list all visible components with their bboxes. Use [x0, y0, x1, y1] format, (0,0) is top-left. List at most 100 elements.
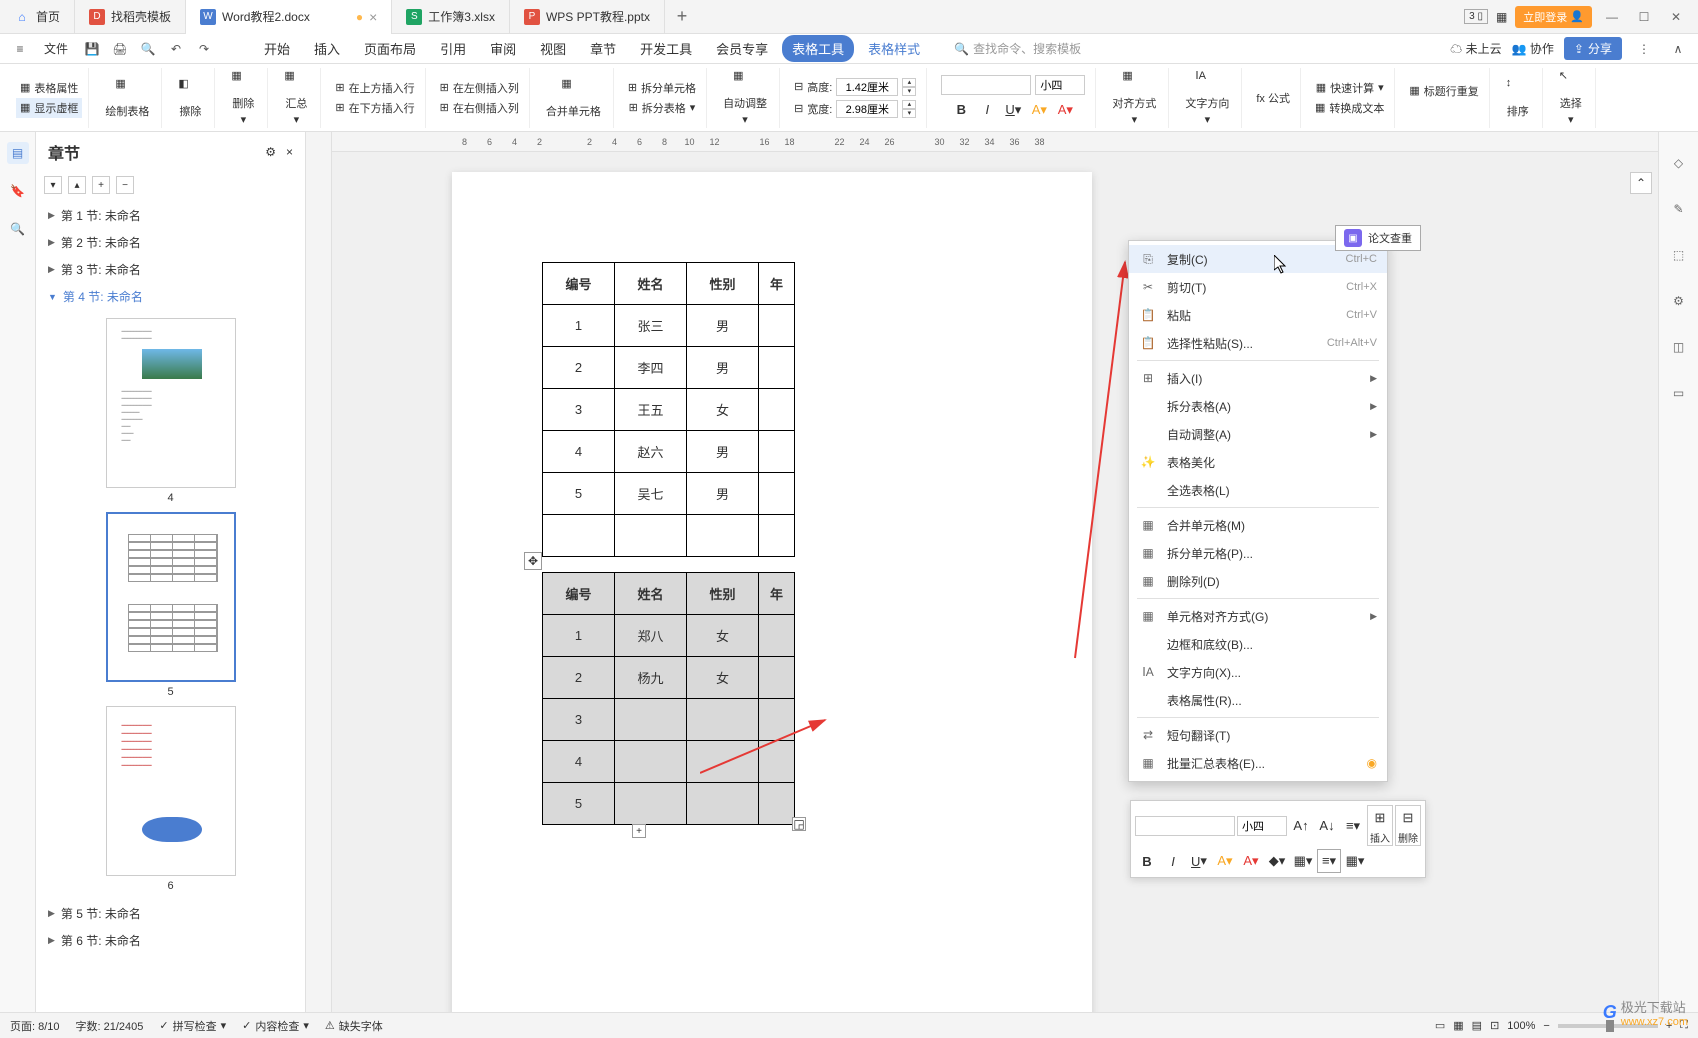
sort[interactable]: ↕排序	[1500, 73, 1536, 123]
tab-ppt[interactable]: PWPS PPT教程.pptx	[510, 0, 665, 34]
view-mode-web[interactable]: ▦	[1453, 1019, 1463, 1032]
undo-icon[interactable]: ↶	[164, 37, 188, 61]
menu-reference[interactable]: 引用	[430, 35, 476, 62]
font-color-button[interactable]: A▾	[1054, 99, 1076, 121]
split-table[interactable]: ⊞ 拆分表格▾	[625, 98, 700, 118]
table-cell[interactable]	[543, 515, 615, 557]
show-border[interactable]: ▦ 显示虚框	[16, 98, 82, 118]
menu-view[interactable]: 视图	[530, 35, 576, 62]
float-underline[interactable]: U▾	[1187, 849, 1211, 873]
ctx-cut[interactable]: ✂剪切(T)Ctrl+X	[1129, 273, 1387, 301]
zoom-out[interactable]: −	[1543, 1020, 1549, 1032]
quick-calc[interactable]: ▦ 快速计算▾	[1312, 78, 1388, 98]
insert-below[interactable]: ⊞ 在下方插入行	[331, 98, 418, 118]
table-cell[interactable]: 王五	[615, 389, 687, 431]
table-cell[interactable]: 男	[687, 431, 759, 473]
table-cell[interactable]: 2	[543, 657, 615, 699]
page-indicator[interactable]: 页面: 8/10	[10, 1018, 60, 1034]
table-cell[interactable]: 女	[687, 389, 759, 431]
float-size-select[interactable]	[1237, 816, 1287, 836]
table-cell[interactable]: 3	[543, 699, 615, 741]
zoom-level[interactable]: 100%	[1507, 1020, 1535, 1032]
table-cell[interactable]	[615, 515, 687, 557]
table-cell[interactable]	[759, 741, 795, 783]
table-cell[interactable]: 4	[543, 741, 615, 783]
nav-item-6[interactable]: ▶第 6 节: 未命名	[36, 927, 305, 954]
nav-expand-icon[interactable]: ▴	[68, 176, 86, 194]
increase-font-icon[interactable]: A↑	[1289, 814, 1313, 838]
nav-close-icon[interactable]: ×	[286, 145, 293, 159]
table-cell[interactable]: 郑八	[615, 615, 687, 657]
collapse-icon[interactable]: ∧	[1666, 37, 1690, 61]
ctx-del-col[interactable]: ▦删除列(D)	[1129, 567, 1387, 595]
insert-left[interactable]: ⊞ 在左侧插入列	[436, 78, 523, 98]
ctx-merge[interactable]: ▦合并单元格(M)	[1129, 511, 1387, 539]
page[interactable]: ✥ 编号姓名性别年 1张三男 2李四男 3王五女 4赵六男 5吴七男 编号姓名性…	[452, 172, 1092, 1012]
width-down[interactable]: ▾	[902, 109, 916, 118]
table-header[interactable]: 姓名	[615, 573, 687, 615]
menu-insert[interactable]: 插入	[304, 35, 350, 62]
table-cell[interactable]	[759, 473, 795, 515]
table-cell[interactable]	[615, 783, 687, 825]
table-cell[interactable]: 男	[687, 347, 759, 389]
cloud-status[interactable]: ☁ 未上云	[1450, 40, 1501, 57]
float-delete-icon[interactable]: ⊟	[1396, 806, 1420, 830]
redo-icon[interactable]: ↷	[192, 37, 216, 61]
width-input[interactable]	[836, 100, 898, 118]
height-input[interactable]	[836, 78, 898, 96]
table-cell[interactable]: 吴七	[615, 473, 687, 515]
width-up[interactable]: ▴	[902, 100, 916, 109]
view-mode-read[interactable]: ⊡	[1490, 1019, 1499, 1032]
missing-fonts[interactable]: ⚠ 缺失字体	[325, 1018, 383, 1034]
table-cell[interactable]	[687, 741, 759, 783]
alignment[interactable]: ▦对齐方式▾	[1106, 65, 1162, 130]
table-cell[interactable]	[759, 389, 795, 431]
insert-above[interactable]: ⊞ 在上方插入行	[331, 78, 418, 98]
menu-member[interactable]: 会员专享	[706, 35, 778, 62]
bookmark-icon[interactable]: 🔖	[7, 180, 29, 202]
table-cell[interactable]: 女	[687, 657, 759, 699]
table-cell[interactable]	[687, 515, 759, 557]
ctx-table-props[interactable]: 表格属性(R)...	[1129, 686, 1387, 714]
layers-icon[interactable]: ◫	[1668, 336, 1690, 358]
scroll-top-button[interactable]: ⌃	[1630, 172, 1652, 194]
underline-button[interactable]: U▾	[1002, 99, 1024, 121]
ctx-paste-special[interactable]: 📋选择性粘贴(S)...Ctrl+Alt+V	[1129, 329, 1387, 357]
word-count[interactable]: 字数: 21/2405	[76, 1018, 144, 1034]
table-cell[interactable]: 男	[687, 473, 759, 515]
print-icon[interactable]: 🖨	[108, 37, 132, 61]
thumb-4[interactable]: ━━━━━━━━━━━━━━━━━━━━ ━━━━━━━━━━━━━━━━━━━…	[106, 318, 236, 488]
col-width[interactable]: ⊟ 宽度: ▴▾	[790, 98, 920, 120]
menu-layout[interactable]: 页面布局	[354, 35, 426, 62]
nav-remove-icon[interactable]: −	[116, 176, 134, 194]
float-font-select[interactable]	[1135, 816, 1235, 836]
menu-review[interactable]: 审阅	[480, 35, 526, 62]
delete-btn[interactable]: ▦删除▾	[225, 65, 261, 130]
split-cell[interactable]: ⊞ 拆分单元格	[624, 78, 700, 98]
font-name-select[interactable]	[941, 75, 1031, 95]
save-icon[interactable]: 💾	[80, 37, 104, 61]
table-cell[interactable]	[759, 699, 795, 741]
table-cell[interactable]	[759, 431, 795, 473]
menu-start[interactable]: 开始	[254, 35, 300, 62]
nav-add-icon[interactable]: +	[92, 176, 110, 194]
table-cell[interactable]: 2	[543, 347, 615, 389]
height-up[interactable]: ▴	[902, 78, 916, 87]
decrease-font-icon[interactable]: A↓	[1315, 814, 1339, 838]
float-color[interactable]: A▾	[1239, 849, 1263, 873]
table-cell[interactable]	[687, 783, 759, 825]
ctx-text-dir[interactable]: ⅠA文字方向(X)...	[1129, 658, 1387, 686]
menu-dev[interactable]: 开发工具	[630, 35, 702, 62]
bold-button[interactable]: B	[950, 99, 972, 121]
float-italic[interactable]: I	[1161, 849, 1185, 873]
table-cell[interactable]: 李四	[615, 347, 687, 389]
float-merge[interactable]: ▦▾	[1343, 849, 1367, 873]
nav-settings-icon[interactable]: ⚙	[265, 145, 276, 159]
table-cell[interactable]: 3	[543, 389, 615, 431]
preview-icon[interactable]: 🔍	[136, 37, 160, 61]
insert-right[interactable]: ⊞ 在右侧插入列	[436, 98, 523, 118]
table-cell[interactable]: 1	[543, 615, 615, 657]
table-move-handle[interactable]: ✥	[524, 552, 542, 570]
table-cell[interactable]: 1	[543, 305, 615, 347]
tab-excel[interactable]: S工作簿3.xlsx	[392, 0, 510, 34]
